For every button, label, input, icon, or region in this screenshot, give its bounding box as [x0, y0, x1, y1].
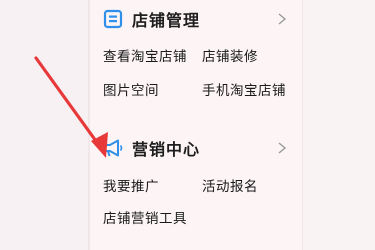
- chevron-right-icon: [278, 142, 287, 154]
- megaphone-icon: [102, 137, 124, 159]
- section-title-marketing-center: 营销中心: [132, 140, 201, 159]
- link-store-decoration[interactable]: 店铺装修: [202, 45, 258, 65]
- store-icon: [102, 8, 124, 30]
- right-content-strip: [303, 0, 375, 250]
- link-promotion[interactable]: 我要推广: [103, 175, 159, 195]
- link-activity-signup[interactable]: 活动报名: [202, 175, 258, 195]
- section-title-store-management: 店铺管理: [132, 11, 201, 30]
- chevron-right-icon: [278, 13, 287, 25]
- section-marketing-center[interactable]: 营销中心: [90, 135, 302, 161]
- section-store-management[interactable]: 店铺管理: [90, 6, 302, 32]
- right-divider: [302, 0, 303, 250]
- link-store-marketing-tools[interactable]: 店铺营销工具: [103, 207, 187, 227]
- seller-nav-panel: 店铺管理 查看淘宝店铺 店铺装修 图片空间 手机淘宝店铺 营销中心 我要推广 活…: [90, 0, 302, 250]
- left-sidebar-strip: [0, 0, 88, 250]
- link-image-space[interactable]: 图片空间: [103, 79, 159, 99]
- link-mobile-taobao-store[interactable]: 手机淘宝店铺: [202, 79, 286, 99]
- link-view-taobao-store[interactable]: 查看淘宝店铺: [103, 45, 187, 65]
